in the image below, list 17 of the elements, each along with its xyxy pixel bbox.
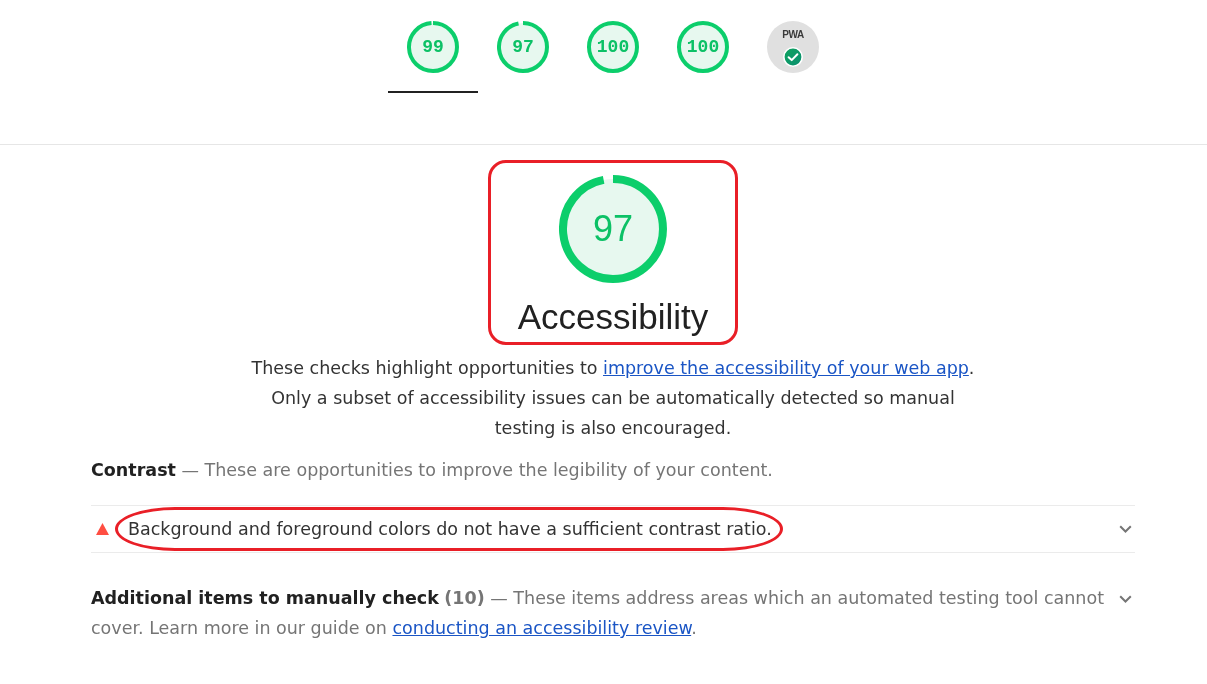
category-tab[interactable]: PWA — [748, 0, 838, 93]
chevron-down-icon[interactable] — [1119, 525, 1132, 533]
accessibility-link[interactable]: improve the accessibility of your web app — [603, 358, 969, 378]
category-tab[interactable]: 100 — [658, 0, 748, 93]
category-tab[interactable]: 97 — [478, 0, 568, 93]
category-tab[interactable]: 99 — [388, 0, 478, 93]
category-tab[interactable]: 100 — [568, 0, 658, 93]
category-description: These checks highlight opportunities to improve the accessibility of your web app. Only a subset of accessibility issues can be automatically detected so manual testing is also encouraged. — [250, 357, 976, 440]
group-header: Contrast — These are opportunities to improve the legibility of your content. — [91, 459, 774, 482]
guide-link[interactable]: conducting an accessibility review — [392, 618, 692, 638]
audit-title: Background and foreground colors do not have a sufficient contrast ratio. — [128, 519, 772, 539]
score-value: 97 — [592, 209, 633, 249]
manual-checks-summary: Additional items to manually check (10) — These items address areas which an automated testing tool cannot cover. Learn more in our guide on conducting an accessibility review. — [91, 587, 1105, 640]
category-title: Accessibility — [517, 296, 709, 338]
chevron-down-icon[interactable] — [1119, 595, 1132, 603]
check-badge-icon — [783, 47, 803, 67]
triangle-icon — [96, 523, 109, 535]
